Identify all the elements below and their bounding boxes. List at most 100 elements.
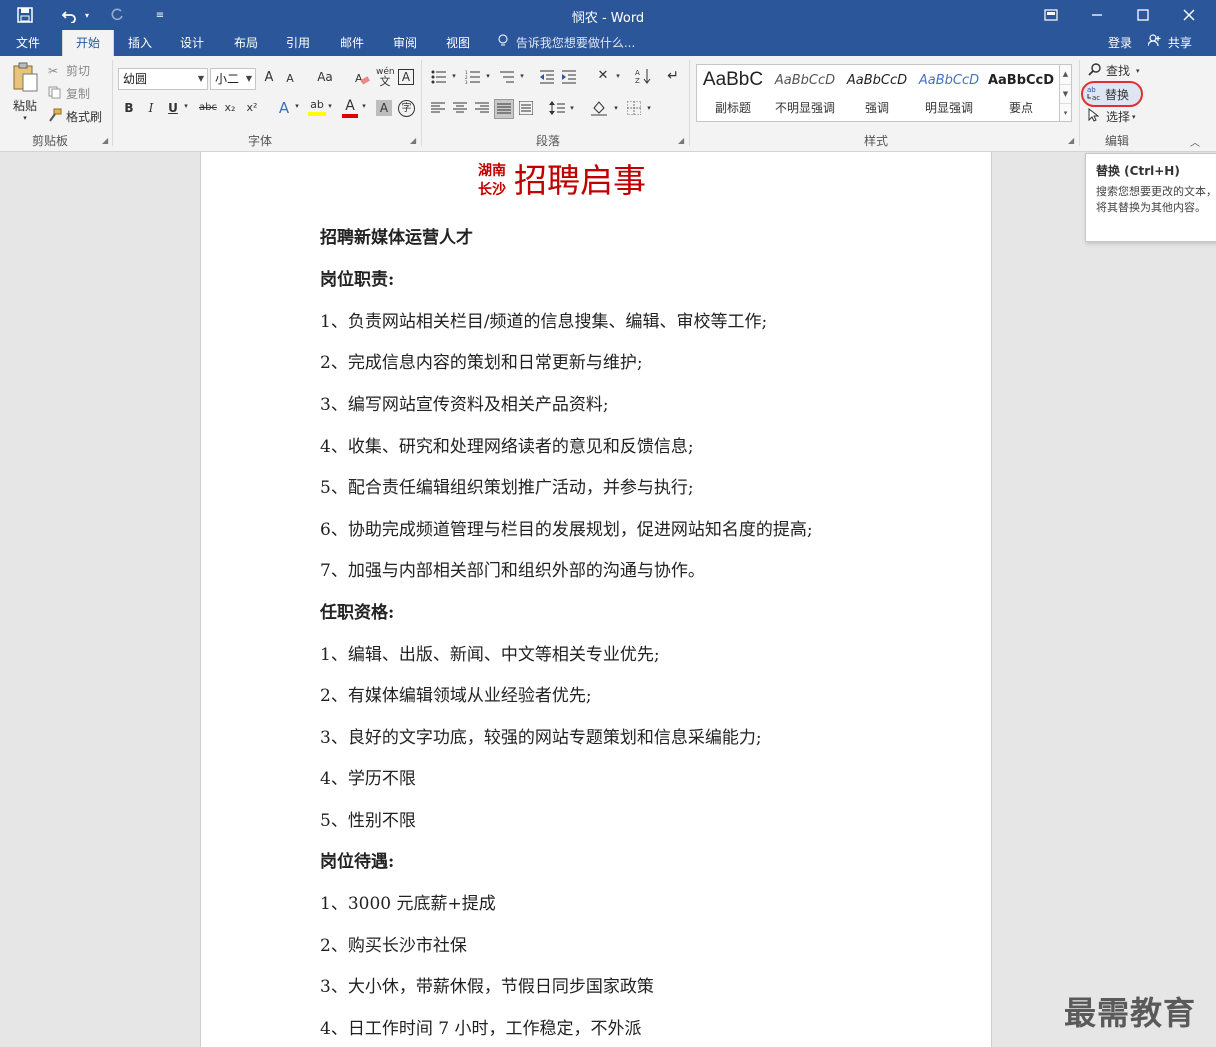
- tab-home[interactable]: 开始: [62, 30, 114, 56]
- font-name-combo[interactable]: 幼圆 ▼: [118, 68, 208, 90]
- doc-paragraph[interactable]: 1、3000 元底薪+提成: [320, 889, 496, 914]
- document-heading[interactable]: 招聘启事: [514, 162, 646, 200]
- clear-formatting-icon[interactable]: A: [354, 70, 370, 89]
- chevron-down-icon[interactable]: ▾: [450, 72, 458, 80]
- bold-button[interactable]: B: [122, 101, 136, 115]
- doc-paragraph[interactable]: 6、协助完成频道管理与栏目的发展规划，促进网站知名度的提高;: [320, 515, 813, 540]
- multilevel-list-icon[interactable]: [498, 70, 516, 87]
- phonetic-guide-icon[interactable]: wén 文: [376, 68, 395, 88]
- character-shading-icon[interactable]: A: [376, 100, 392, 116]
- decrease-indent-icon[interactable]: [538, 70, 556, 87]
- chevron-down-icon[interactable]: ▾: [568, 104, 576, 112]
- paragraph-launcher-icon[interactable]: ◢: [678, 136, 684, 145]
- style-intense-emphasis[interactable]: AaBbCcD 明显强调: [913, 65, 985, 121]
- gallery-more-icon[interactable]: ▾: [1060, 103, 1071, 121]
- minimize-icon[interactable]: [1074, 0, 1120, 30]
- style-subtle-emphasis[interactable]: AaBbCcD 不明显强调: [769, 65, 841, 121]
- collapse-ribbon-icon[interactable]: ︿: [1190, 134, 1200, 149]
- chevron-down-icon[interactable]: ▾: [326, 102, 334, 110]
- chevron-down-icon[interactable]: ▾: [612, 104, 620, 112]
- find-button[interactable]: 查找 ▾: [1088, 62, 1140, 79]
- chinese-layout-icon[interactable]: ✕: [592, 68, 614, 83]
- sort-icon[interactable]: AZ: [634, 68, 652, 87]
- numbering-icon[interactable]: 123: [464, 70, 482, 87]
- shrink-font-icon[interactable]: A: [284, 72, 296, 85]
- justify-icon[interactable]: [494, 99, 514, 119]
- scroll-down-icon[interactable]: ▼: [1060, 84, 1071, 103]
- doc-paragraph[interactable]: 招聘新媒体运营人才: [320, 223, 473, 248]
- highlight-icon[interactable]: ab: [308, 98, 326, 116]
- italic-button[interactable]: I: [144, 101, 158, 115]
- align-center-icon[interactable]: [452, 102, 468, 117]
- align-left-icon[interactable]: [430, 102, 446, 117]
- copy-button[interactable]: 复制: [48, 85, 90, 102]
- heading-prefix[interactable]: 湖南 长沙: [478, 162, 506, 200]
- doc-paragraph[interactable]: 3、良好的文字功底，较强的网站专题策划和信息采编能力;: [320, 723, 762, 748]
- tab-layout[interactable]: 布局: [222, 30, 270, 56]
- doc-paragraph[interactable]: 4、日工作时间 7 小时，工作稳定，不外派: [320, 1014, 641, 1039]
- doc-paragraph[interactable]: 任职资格:: [320, 598, 394, 623]
- doc-paragraph[interactable]: 1、负责网站相关栏目/频道的信息搜集、编辑、审校等工作;: [320, 307, 767, 332]
- subscript-button[interactable]: x₂: [222, 101, 238, 114]
- doc-paragraph[interactable]: 3、大小休，带薪休假，节假日同步国家政策: [320, 972, 654, 997]
- tell-me-box[interactable]: 告诉我您想要做什么...: [498, 30, 635, 56]
- replace-button[interactable]: ab ac 替换: [1081, 81, 1143, 107]
- style-emphasis[interactable]: AaBbCcD 强调: [841, 65, 913, 121]
- change-case-icon[interactable]: Aa: [312, 70, 338, 84]
- tab-review[interactable]: 审阅: [381, 30, 429, 56]
- style-strong[interactable]: AaBbCcD 要点: [985, 65, 1057, 121]
- font-size-combo[interactable]: 小二 ▼: [210, 68, 256, 90]
- increase-indent-icon[interactable]: [560, 70, 578, 87]
- chevron-down-icon[interactable]: ▾: [484, 72, 492, 80]
- tab-mailings[interactable]: 邮件: [328, 30, 376, 56]
- strikethrough-button[interactable]: abc: [198, 102, 218, 113]
- font-color-icon[interactable]: A: [342, 98, 358, 118]
- bullets-icon[interactable]: [430, 70, 448, 87]
- tab-design[interactable]: 设计: [168, 30, 216, 56]
- paragraph-shading-icon[interactable]: [590, 100, 610, 119]
- superscript-button[interactable]: x²: [244, 101, 260, 114]
- select-button[interactable]: 选择 ▾: [1088, 107, 1136, 125]
- character-border-icon[interactable]: A: [398, 69, 414, 85]
- chevron-down-icon[interactable]: ▾: [182, 102, 190, 110]
- show-marks-icon[interactable]: ↵: [666, 68, 680, 84]
- doc-paragraph[interactable]: 5、配合责任编辑组织策划推广活动，并参与执行;: [320, 473, 694, 498]
- chevron-down-icon[interactable]: ▾: [518, 72, 526, 80]
- doc-paragraph[interactable]: 7、加强与内部相关部门和组织外部的沟通与协作。: [320, 556, 705, 581]
- gallery-scroll[interactable]: ▲ ▼ ▾: [1060, 64, 1072, 122]
- text-effects-icon[interactable]: A: [276, 99, 292, 117]
- distributed-icon[interactable]: [518, 100, 534, 118]
- tab-view[interactable]: 视图: [434, 30, 482, 56]
- chevron-down-icon[interactable]: ▾: [614, 72, 622, 80]
- doc-paragraph[interactable]: 5、性别不限: [320, 806, 416, 831]
- doc-paragraph[interactable]: 4、学历不限: [320, 764, 416, 789]
- styles-launcher-icon[interactable]: ◢: [1068, 136, 1074, 145]
- clipboard-launcher-icon[interactable]: ◢: [102, 136, 108, 145]
- scroll-up-icon[interactable]: ▲: [1060, 65, 1071, 84]
- close-icon[interactable]: [1166, 0, 1212, 30]
- grow-font-icon[interactable]: A: [262, 70, 276, 85]
- font-launcher-icon[interactable]: ◢: [410, 136, 416, 145]
- underline-button[interactable]: U: [166, 101, 180, 115]
- maximize-icon[interactable]: [1120, 0, 1166, 30]
- tab-references[interactable]: 引用: [274, 30, 322, 56]
- chevron-down-icon[interactable]: ▾: [360, 102, 368, 110]
- cut-button[interactable]: ✂ 剪切: [48, 62, 90, 79]
- document-page[interactable]: [200, 152, 992, 1047]
- ribbon-display-icon[interactable]: [1028, 0, 1074, 30]
- signin-link[interactable]: 登录: [1108, 30, 1132, 56]
- borders-icon[interactable]: [626, 100, 642, 118]
- paste-button[interactable]: 粘贴 ▾: [8, 62, 42, 122]
- doc-paragraph[interactable]: 2、有媒体编辑领域从业经验者优先;: [320, 681, 592, 706]
- format-painter-button[interactable]: 格式刷: [48, 108, 102, 125]
- line-spacing-icon[interactable]: [548, 101, 566, 118]
- chevron-down-icon[interactable]: ▾: [645, 104, 653, 112]
- doc-paragraph[interactable]: 2、完成信息内容的策划和日常更新与维护;: [320, 348, 643, 373]
- doc-paragraph[interactable]: 1、编辑、出版、新闻、中文等相关专业优先;: [320, 640, 660, 665]
- chevron-down-icon[interactable]: ▾: [293, 102, 301, 110]
- align-right-icon[interactable]: [474, 102, 490, 117]
- enclose-characters-icon[interactable]: 字: [398, 100, 415, 117]
- doc-paragraph[interactable]: 2、购买长沙市社保: [320, 931, 467, 956]
- tab-insert[interactable]: 插入: [116, 30, 164, 56]
- share-button[interactable]: 共享: [1147, 30, 1192, 56]
